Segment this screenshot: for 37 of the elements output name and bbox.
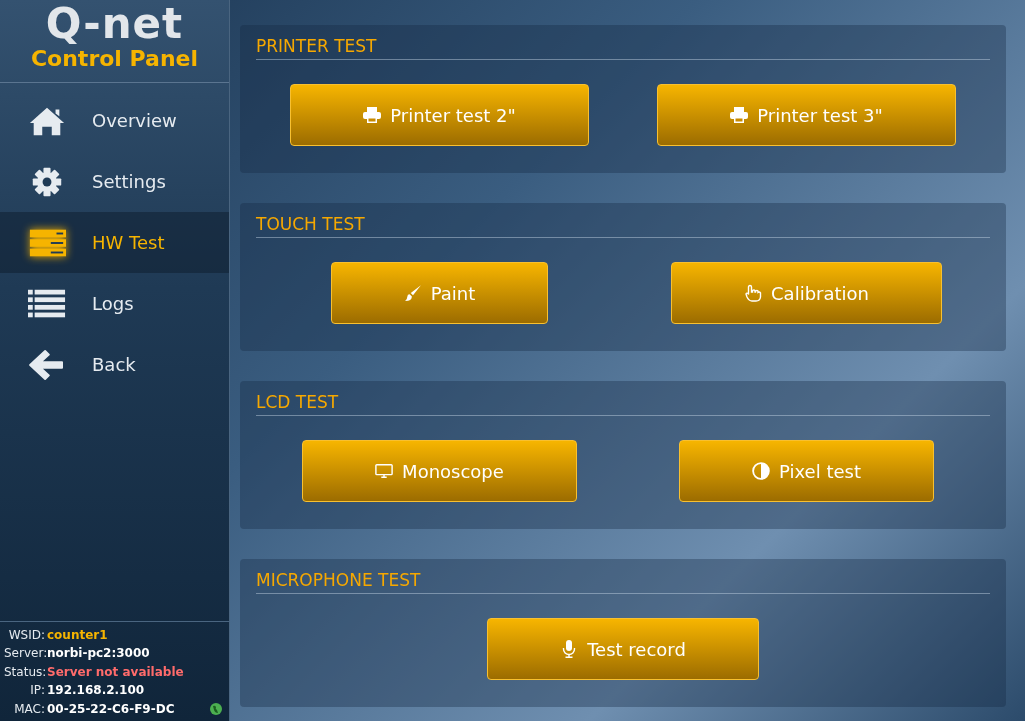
test-button[interactable]: Test record [487,618,759,680]
test-button[interactable]: Printer test 3" [657,84,956,146]
nav-item[interactable]: HW Test [0,212,229,273]
test-button[interactable]: Monoscope [302,440,577,502]
section-title: MICROPHONE TEST [256,569,990,594]
info-value: Server not available [47,664,184,679]
info-label: Status: [4,664,45,679]
info-label: Server: [4,646,45,661]
left-arrow-icon [28,348,66,381]
nav-item[interactable]: Overview [0,90,229,151]
nav-item[interactable]: Logs [0,273,229,334]
info-value: counter1 [47,627,108,642]
section-title: LCD TEST [256,391,990,416]
info-value: 00-25-22-C6-F9-DC [47,701,175,716]
list-icon [28,287,66,320]
info-label: WSID: [7,627,45,642]
info-label: MAC: [13,701,45,716]
monitor-icon [375,462,394,480]
logo-text: Q-net [45,2,184,46]
nav-item[interactable]: Settings [0,151,229,212]
test-button[interactable]: Calibration [671,262,942,324]
printer-icon [363,106,382,124]
info-label: IP: [29,683,45,698]
printer-icon [730,106,749,124]
brush-icon [403,284,422,302]
section-title: TOUCH TEST [256,213,990,238]
nav-item[interactable]: Back [0,334,229,395]
section-title: PRINTER TEST [256,35,990,60]
globe-icon [210,702,222,715]
info-value: norbi-pc2:3000 [47,646,150,661]
contrast-icon [752,462,771,480]
test-button[interactable]: Printer test 2" [290,84,589,146]
test-button[interactable]: Pixel test [679,440,934,502]
info-value: 192.168.2.100 [47,683,145,698]
test-button[interactable]: Paint [330,262,549,324]
app-title: Control Panel [30,46,199,72]
pointing-hand-icon [744,284,763,302]
